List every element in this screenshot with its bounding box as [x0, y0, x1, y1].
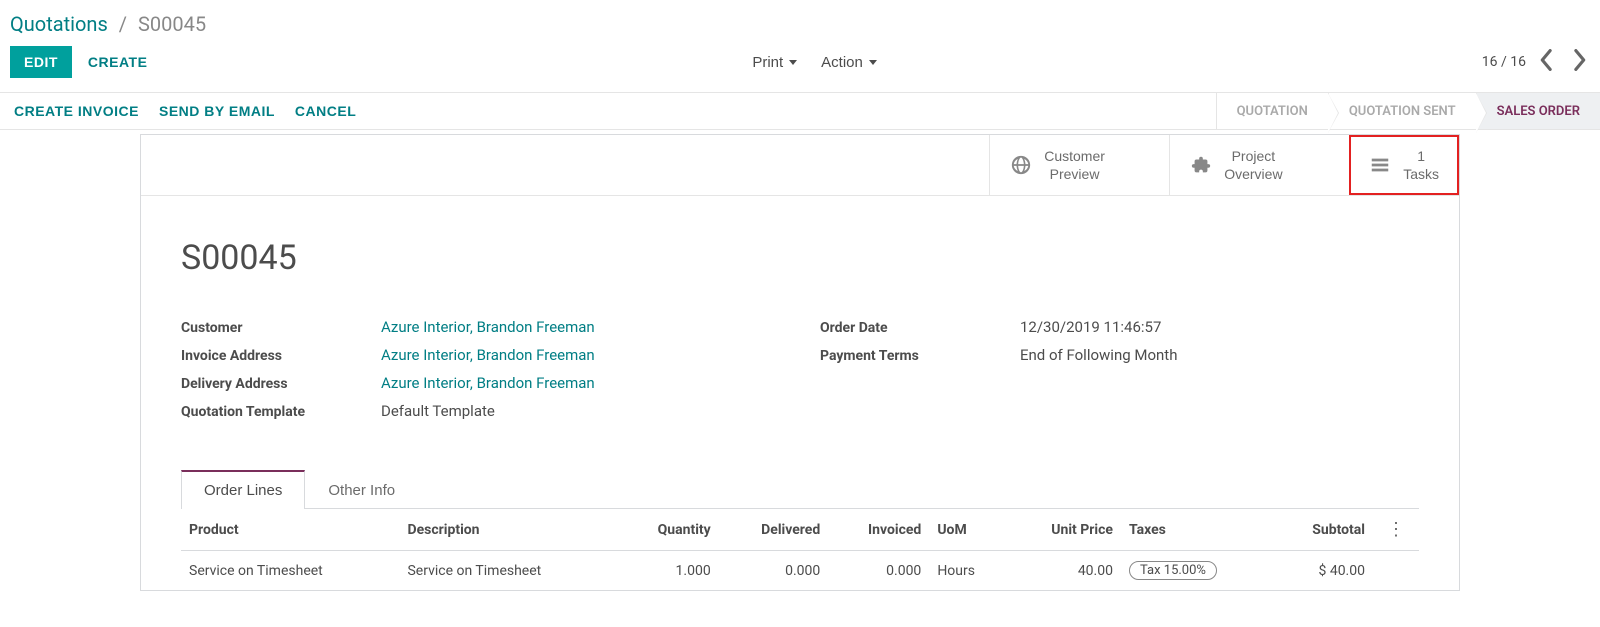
form-sheet: Customer Preview Project Overview 1 Task…: [140, 134, 1460, 591]
record-title: S00045: [181, 238, 1419, 278]
field-payment-terms: Payment Terms End of Following Month: [820, 346, 1419, 364]
breadcrumb-separator: /: [119, 12, 127, 36]
action-dropdown[interactable]: Action: [821, 54, 877, 71]
tabs: Order Lines Other Info: [181, 470, 1419, 509]
col-quantity[interactable]: Quantity: [618, 509, 719, 551]
columns-menu-button[interactable]: ⋮: [1381, 519, 1411, 540]
cell-taxes: Tax 15.00%: [1121, 551, 1273, 591]
quotation-template-value: Default Template: [381, 402, 495, 420]
pager-next-button[interactable]: [1568, 49, 1590, 76]
customer-preview-button[interactable]: Customer Preview: [989, 135, 1169, 195]
chevron-left-icon: [1540, 49, 1554, 71]
payment-terms-value: End of Following Month: [1020, 346, 1177, 364]
cell-invoiced: 0.000: [828, 551, 929, 591]
field-customer: Customer Azure Interior, Brandon Freeman: [181, 318, 780, 336]
col-product[interactable]: Product: [181, 509, 399, 551]
project-overview-button[interactable]: Project Overview: [1169, 135, 1349, 195]
create-invoice-button[interactable]: CREATE INVOICE: [14, 103, 139, 119]
tab-order-lines[interactable]: Order Lines: [181, 470, 305, 509]
cell-subtotal: $ 40.00: [1273, 551, 1373, 591]
tab-other-info[interactable]: Other Info: [305, 470, 418, 509]
create-button[interactable]: CREATE: [88, 54, 148, 70]
table-row[interactable]: Service on Timesheet Service on Timeshee…: [181, 551, 1419, 591]
cell-description: Service on Timesheet: [399, 551, 617, 591]
delivery-address-link[interactable]: Azure Interior, Brandon Freeman: [381, 374, 595, 392]
field-quotation-template: Quotation Template Default Template: [181, 402, 780, 420]
edit-button[interactable]: EDIT: [10, 46, 72, 78]
puzzle-icon: [1190, 154, 1212, 176]
tasks-icon: [1369, 154, 1391, 176]
customer-link[interactable]: Azure Interior, Brandon Freeman: [381, 318, 595, 336]
col-description[interactable]: Description: [399, 509, 617, 551]
pager-prev-button[interactable]: [1536, 49, 1558, 76]
col-delivered[interactable]: Delivered: [719, 509, 829, 551]
cell-unit-price: 40.00: [1008, 551, 1121, 591]
cancel-button[interactable]: CANCEL: [295, 103, 356, 119]
order-date-value: 12/30/2019 11:46:57: [1020, 318, 1161, 336]
breadcrumb-root[interactable]: Quotations: [10, 12, 108, 36]
col-subtotal[interactable]: Subtotal: [1273, 509, 1373, 551]
statusbar: QUOTATION QUOTATION SENT SALES ORDER: [1216, 93, 1600, 129]
invoice-address-link[interactable]: Azure Interior, Brandon Freeman: [381, 346, 595, 364]
col-unit-price[interactable]: Unit Price: [1008, 509, 1121, 551]
action-label: Action: [821, 54, 863, 71]
field-invoice-address: Invoice Address Azure Interior, Brandon …: [181, 346, 780, 364]
cell-product: Service on Timesheet: [181, 551, 399, 591]
caret-down-icon: [869, 60, 877, 65]
status-quotation[interactable]: QUOTATION: [1217, 93, 1329, 129]
cell-quantity: 1.000: [618, 551, 719, 591]
chevron-right-icon: [1572, 49, 1586, 71]
print-dropdown[interactable]: Print: [752, 54, 797, 71]
globe-icon: [1010, 154, 1032, 176]
col-taxes[interactable]: Taxes: [1121, 509, 1273, 551]
caret-down-icon: [789, 60, 797, 65]
cell-delivered: 0.000: [719, 551, 829, 591]
field-order-date: Order Date 12/30/2019 11:46:57: [820, 318, 1419, 336]
pager-text: 16 / 16: [1482, 54, 1526, 70]
status-sales-order[interactable]: SALES ORDER: [1477, 93, 1600, 129]
cell-uom: Hours: [929, 551, 1007, 591]
action-bar: CREATE INVOICE SEND BY EMAIL CANCEL QUOT…: [0, 93, 1600, 130]
col-uom[interactable]: UoM: [929, 509, 1007, 551]
control-panel: EDIT CREATE Print Action 16 / 16: [0, 36, 1600, 93]
tax-badge: Tax 15.00%: [1129, 561, 1217, 580]
breadcrumb: Quotations / S00045: [0, 0, 1600, 36]
col-invoiced[interactable]: Invoiced: [828, 509, 929, 551]
send-email-button[interactable]: SEND BY EMAIL: [159, 103, 275, 119]
breadcrumb-current: S00045: [138, 12, 206, 36]
tasks-button[interactable]: 1 Tasks: [1349, 135, 1459, 195]
print-label: Print: [752, 54, 783, 71]
status-quotation-sent[interactable]: QUOTATION SENT: [1329, 93, 1477, 129]
order-lines-table: Product Description Quantity Delivered I…: [181, 509, 1419, 590]
field-delivery-address: Delivery Address Azure Interior, Brandon…: [181, 374, 780, 392]
button-box: Customer Preview Project Overview 1 Task…: [141, 135, 1459, 196]
